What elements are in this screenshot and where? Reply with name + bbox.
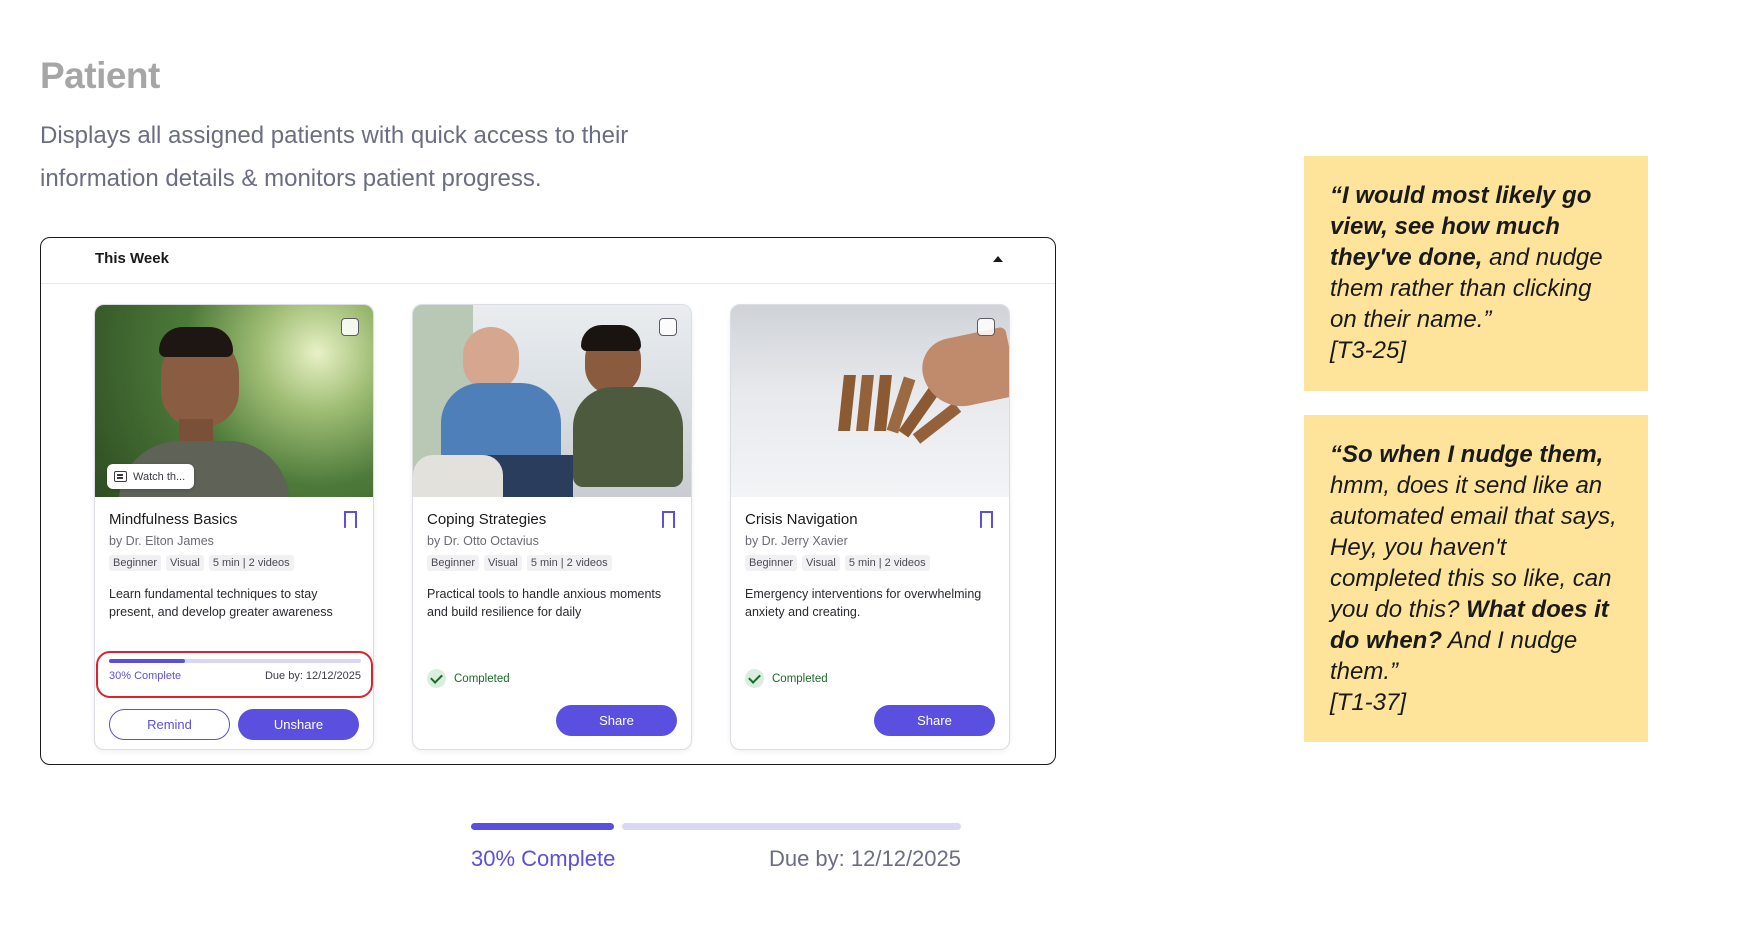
quote-card: “I would most likely go view, see how mu… (1304, 156, 1648, 391)
due-date: Due by: 12/12/2025 (264, 670, 361, 682)
quote-reference: [T3-25] (1330, 337, 1407, 364)
zoomed-progress-fill (471, 823, 614, 830)
progress-track (109, 659, 361, 663)
chat-icon (114, 471, 127, 482)
select-checkbox[interactable] (341, 318, 359, 336)
caret-up-icon[interactable] (993, 256, 1003, 262)
course-author: by Dr. Jerry Xavier (745, 534, 848, 548)
quote-reference: [T1-37] (1330, 689, 1407, 716)
check-icon (427, 669, 446, 688)
quote-card: “So when I nudge them, hmm, does it send… (1304, 415, 1648, 742)
tag-duration: 5 min | 2 videos (844, 555, 930, 571)
course-progress: 30% Complete Due by: 12/12/2025 (109, 659, 361, 682)
tag-level: Beginner (745, 555, 798, 571)
this-week-panel: This Week Watch th... Mindfulness Basics… (40, 237, 1056, 765)
tag-format: Visual (166, 555, 204, 571)
select-checkbox[interactable] (659, 318, 677, 336)
watch-chip-label: Watch th... (133, 470, 186, 483)
zoomed-progress-track (471, 823, 961, 830)
completed-label: Completed (454, 672, 510, 685)
zoomed-progress: 30% Complete Due by: 12/12/2025 (471, 823, 961, 872)
tag-level: Beginner (427, 555, 480, 571)
course-description: Practical tools to handle anxious moment… (427, 587, 662, 619)
progress-fill (109, 659, 185, 663)
tag-duration: 5 min | 2 videos (526, 555, 612, 571)
zoomed-progress-label: 30% Complete (471, 846, 616, 871)
course-author: by Dr. Otto Octavius (427, 534, 539, 548)
quote-emphasis: “So when I nudge them, (1330, 441, 1604, 468)
panel-header[interactable]: This Week (41, 238, 1055, 284)
tag-duration: 5 min | 2 videos (208, 555, 294, 571)
course-title: Crisis Navigation (745, 511, 858, 528)
course-card[interactable]: Crisis Navigation by Dr. Jerry Xavier Be… (730, 304, 1010, 750)
course-title: Coping Strategies (427, 511, 547, 528)
completed-status: Completed (427, 669, 510, 688)
check-icon (745, 669, 764, 688)
zoomed-progress-remaining (622, 823, 961, 830)
progress-label: 30% Complete (109, 670, 182, 682)
page-description: Displays all assigned patients with quic… (40, 122, 629, 192)
bookmark-icon[interactable] (980, 511, 993, 529)
remind-button[interactable]: Remind (109, 709, 230, 740)
bookmark-icon[interactable] (344, 511, 357, 529)
tag-format: Visual (484, 555, 522, 571)
unshare-button[interactable]: Unshare (238, 709, 359, 740)
select-checkbox[interactable] (977, 318, 995, 336)
course-description: Learn fundamental techniques to stay pre… (109, 587, 333, 619)
course-thumbnail (413, 305, 691, 497)
course-card[interactable]: Watch th... Mindfulness Basics by Dr. El… (94, 304, 374, 750)
zoomed-due-date: Due by: 12/12/2025 (768, 846, 961, 871)
course-description: Emergency interventions for overwhelming… (745, 587, 982, 619)
course-author: by Dr. Elton James (109, 534, 214, 548)
completed-status: Completed (745, 669, 828, 688)
course-card[interactable]: Coping Strategies by Dr. Otto Octavius B… (412, 304, 692, 750)
course-thumbnail (731, 305, 1009, 497)
page-title: Patient (40, 55, 160, 96)
completed-label: Completed (772, 672, 828, 685)
panel-title: This Week (95, 250, 169, 267)
tag-level: Beginner (109, 555, 162, 571)
share-button[interactable]: Share (556, 705, 677, 736)
bookmark-icon[interactable] (662, 511, 675, 529)
course-thumbnail: Watch th... (95, 305, 373, 497)
watch-chip[interactable]: Watch th... (107, 464, 195, 489)
share-button[interactable]: Share (874, 705, 995, 736)
course-title: Mindfulness Basics (109, 511, 238, 528)
tag-format: Visual (802, 555, 840, 571)
